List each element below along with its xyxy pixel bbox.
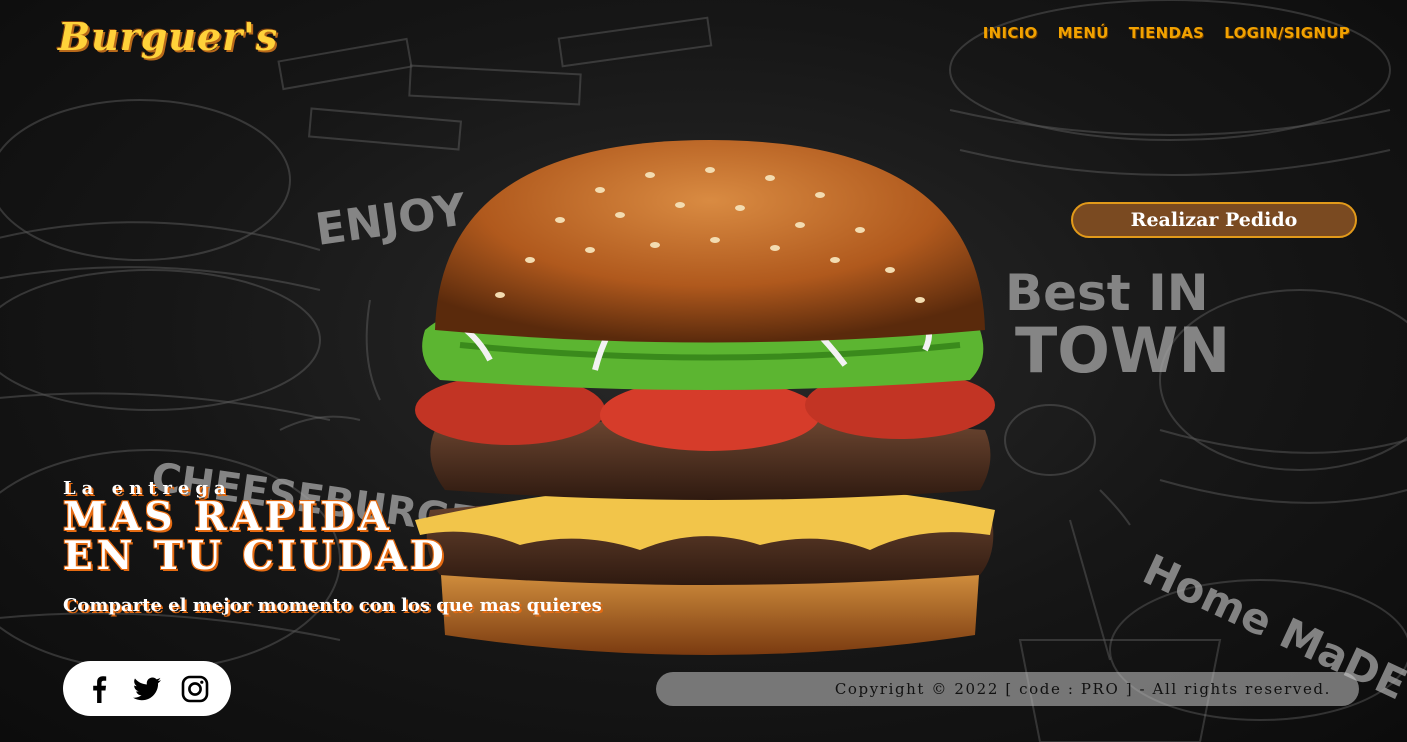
nav-item-inicio[interactable]: INICIO (983, 24, 1038, 42)
hero-headline-line2: EN TU CIUDAD (63, 533, 448, 579)
nav-item-tiendas[interactable]: TIENDAS (1129, 24, 1205, 42)
brand-logo[interactable]: Burguer's (58, 14, 278, 59)
order-button[interactable]: Realizar Pedido (1071, 202, 1357, 238)
footer-copyright: Copyright © 2022 [ code : PRO ] - All ri… (656, 672, 1359, 706)
facebook-icon[interactable] (84, 674, 114, 704)
main-nav: INICIO MENÚ TIENDAS LOGIN/SIGNUP (983, 24, 1350, 42)
twitter-icon[interactable] (132, 674, 162, 704)
svg-text:TOWN: TOWN (1015, 314, 1230, 387)
hero-headline: MAS RAPIDA EN TU CIUDAD (63, 498, 448, 576)
instagram-icon[interactable] (180, 674, 210, 704)
hero-headline-line1: MAS RAPIDA (63, 494, 393, 540)
social-links (63, 661, 231, 716)
hero-subtitle: Comparte el mejor momento con los que ma… (63, 595, 602, 616)
nav-item-menu[interactable]: MENÚ (1058, 24, 1109, 42)
left-burger-sketch (0, 99, 341, 671)
nav-item-login-signup[interactable]: LOGIN/SIGNUP (1224, 24, 1350, 42)
